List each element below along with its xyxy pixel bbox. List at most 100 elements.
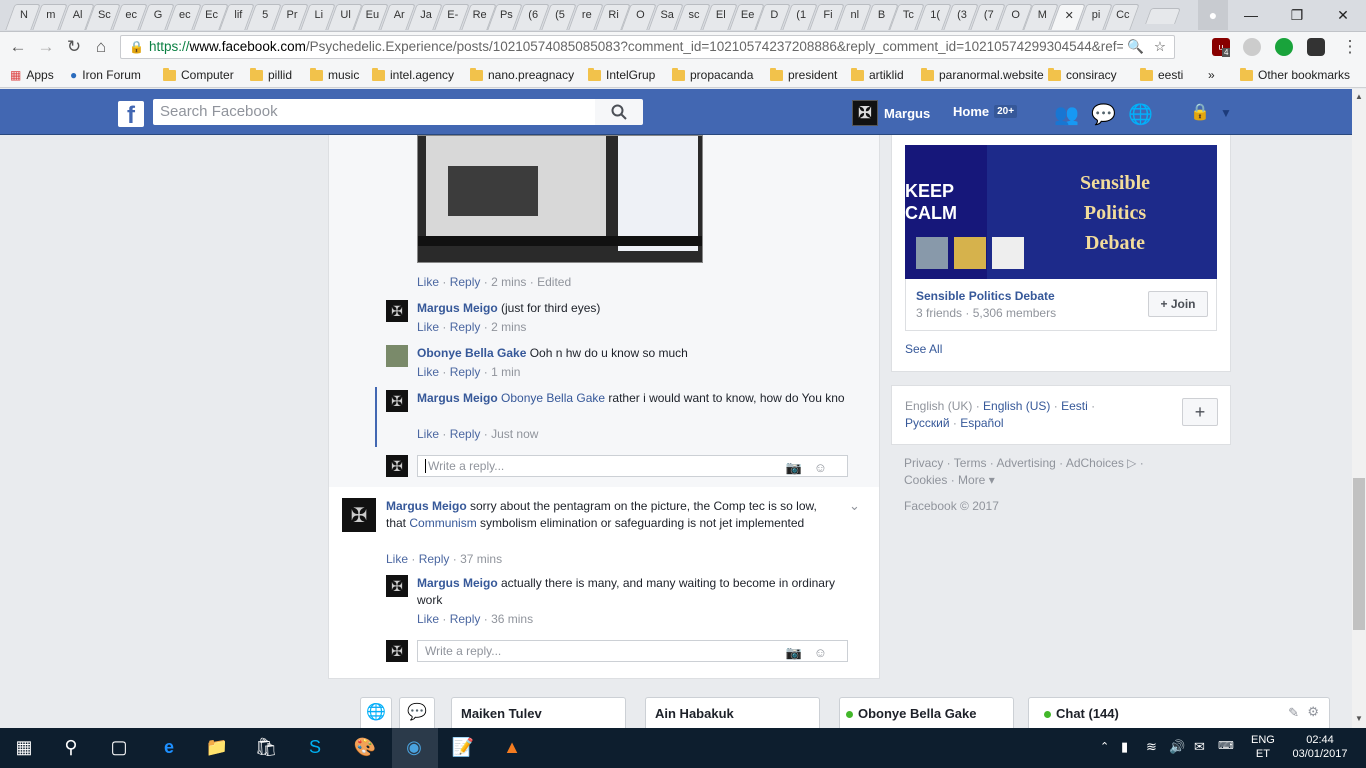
bookmark-artiklid[interactable]: artiklid	[851, 67, 904, 82]
emoji-icon[interactable]: ☺	[814, 645, 839, 660]
search-icon[interactable]: ⚲	[58, 734, 84, 760]
zoom-icon[interactable]: 🔍	[1123, 36, 1144, 58]
join-group-button[interactable]: + Join	[1148, 291, 1208, 317]
profile-button[interactable]: ●	[1198, 0, 1228, 30]
reply-author[interactable]: Margus Meigo	[417, 576, 498, 590]
facebook-logo-icon[interactable]: f	[118, 101, 144, 127]
bookmark-consiracy[interactable]: consiracy	[1048, 67, 1117, 82]
bookmark-apps[interactable]: ▦ Apps	[10, 68, 54, 82]
notification-message-icon[interactable]: ✉	[1194, 739, 1205, 755]
emoji-icon[interactable]: ☺	[814, 460, 839, 475]
menu-kebab-icon[interactable]: ⋮	[1340, 37, 1360, 57]
comment-options-chevron-down-icon[interactable]: ⌄	[849, 498, 860, 514]
extension-power-icon[interactable]	[1275, 38, 1293, 56]
like-link[interactable]: Like	[386, 552, 408, 566]
camera-icon[interactable]: 📷	[786, 460, 814, 475]
scroll-down-icon[interactable]: ▼	[1355, 714, 1363, 723]
chat-tab-maiken[interactable]: Maiken Tulev	[451, 697, 626, 728]
reply-avatar[interactable]	[386, 345, 408, 367]
comment-author[interactable]: Margus Meigo	[386, 499, 467, 513]
profile-link[interactable]: ✠ Margus	[852, 100, 930, 126]
chat-messages-icon[interactable]: 💬	[399, 697, 435, 728]
tray-chevron-up-icon[interactable]: ⌃	[1100, 740, 1109, 753]
like-link[interactable]: Like	[417, 365, 439, 379]
like-link[interactable]: Like	[417, 320, 439, 334]
bookmark-paranormal-website[interactable]: paranormal.website	[921, 67, 1044, 82]
search-button[interactable]	[595, 99, 643, 125]
system-clock[interactable]: 02:44 03/01/2017	[1290, 733, 1350, 761]
reply-author[interactable]: Obonye Bella Gake	[417, 346, 526, 360]
like-link[interactable]: Like	[417, 612, 439, 626]
bookmark-eesti[interactable]: eesti	[1140, 67, 1183, 82]
reply-input[interactable]: Write a reply... 📷☺	[417, 455, 848, 477]
reply-avatar[interactable]: ✠	[386, 575, 408, 597]
store-icon[interactable]: 🛍	[253, 734, 279, 760]
extension-dark-icon[interactable]	[1307, 38, 1325, 56]
input-language[interactable]: ENG ET	[1251, 733, 1275, 761]
lang-eesti[interactable]: Eesti	[1061, 399, 1088, 413]
volume-icon[interactable]: 🔊	[1169, 739, 1185, 755]
reply-input[interactable]: Write a reply... 📷☺	[417, 640, 848, 662]
chat-tab-ain[interactable]: Ain Habakuk	[645, 697, 820, 728]
reply-link[interactable]: Reply	[450, 320, 481, 334]
communism-link[interactable]: Communism	[409, 516, 476, 530]
bookmark-intelgrup[interactable]: IntelGrup	[588, 67, 655, 82]
bookmark-pillid[interactable]: pillid	[250, 67, 292, 82]
bookmark-iron-forum[interactable]: ● Iron Forum	[70, 68, 141, 82]
address-bar[interactable]: 🔒 https://www.facebook.com/Psychedelic.E…	[120, 35, 1175, 59]
notepad-icon[interactable]: 📝	[450, 734, 476, 760]
bookmark-president[interactable]: president	[770, 67, 837, 82]
bookmarks-overflow[interactable]: »	[1208, 68, 1215, 82]
close-button[interactable]: ✕	[1320, 0, 1366, 30]
close-tab-icon[interactable]: ✕	[1058, 9, 1080, 22]
windows-start-icon[interactable]: ▦	[11, 734, 37, 760]
task-view-icon[interactable]: ▢	[106, 734, 132, 760]
chrome-icon[interactable]: ◉	[401, 734, 427, 760]
reply-link[interactable]: Reply	[450, 612, 481, 626]
like-link[interactable]: Like	[417, 427, 439, 441]
camera-icon[interactable]: 📷	[786, 645, 814, 660]
bookmark-propacanda[interactable]: propacanda	[672, 67, 753, 82]
paint-icon[interactable]: 🎨	[352, 734, 378, 760]
maximize-button[interactable]: ❐	[1274, 0, 1320, 30]
star-icon[interactable]: ☆	[1153, 36, 1166, 58]
wifi-icon[interactable]: ≋	[1146, 739, 1157, 755]
file-explorer-icon[interactable]: 📁	[204, 734, 230, 760]
lang-russian[interactable]: Русский	[905, 416, 950, 430]
more-languages-button[interactable]: +	[1182, 398, 1218, 426]
reply-link[interactable]: Reply	[450, 427, 481, 441]
footer-links-1[interactable]: Privacy · Terms · Advertising · AdChoice…	[904, 455, 1144, 472]
gear-icon[interactable]: ⚙	[1307, 704, 1319, 720]
comment-avatar[interactable]: ✠	[342, 498, 376, 532]
ublock-icon[interactable]: u4	[1212, 38, 1231, 57]
bookmark-computer[interactable]: Computer	[163, 67, 234, 82]
home-link[interactable]: Home 20+	[953, 104, 1018, 119]
back-icon[interactable]: ←	[8, 37, 28, 57]
new-tab-button[interactable]	[1145, 8, 1181, 24]
facebook-search-input[interactable]: Search Facebook	[153, 99, 595, 125]
notifications-globe-icon[interactable]: 🌐	[1128, 102, 1153, 126]
chat-tab-obonye[interactable]: Obonye Bella Gake	[839, 697, 1014, 728]
lang-english-us[interactable]: English (US)	[983, 399, 1050, 413]
bookmark-music[interactable]: music	[310, 67, 359, 82]
lang-espanol[interactable]: Español	[960, 416, 1003, 430]
extension-gray-icon[interactable]	[1243, 38, 1261, 56]
mention-link[interactable]: Obonye Bella Gake	[501, 391, 605, 405]
other-bookmarks[interactable]: Other bookmarks	[1240, 67, 1350, 82]
see-all-link[interactable]: See All	[905, 342, 942, 356]
reply-avatar[interactable]: ✠	[386, 300, 408, 322]
account-menu-icon[interactable]: ▼	[1214, 106, 1238, 128]
keyboard-icon[interactable]: ⌨	[1218, 739, 1234, 752]
group-name-link[interactable]: Sensible Politics Debate	[916, 289, 1055, 303]
reply-link[interactable]: Reply	[450, 275, 481, 289]
page-scrollbar[interactable]	[1352, 89, 1366, 728]
comment-screenshot-image[interactable]	[417, 135, 703, 263]
new-message-icon[interactable]: ✎	[1288, 705, 1299, 721]
scroll-up-icon[interactable]: ▲	[1355, 92, 1363, 101]
minimize-button[interactable]: —	[1228, 0, 1274, 30]
skype-icon[interactable]: S	[302, 734, 328, 760]
chat-sidebar-toggle[interactable]: Chat (144) ✎ ⚙	[1028, 697, 1330, 728]
quick-help-icon[interactable]: 🔒	[1188, 102, 1212, 124]
bookmark-intel-agency[interactable]: intel.agency	[372, 67, 454, 82]
reply-author[interactable]: Margus Meigo	[417, 301, 498, 315]
